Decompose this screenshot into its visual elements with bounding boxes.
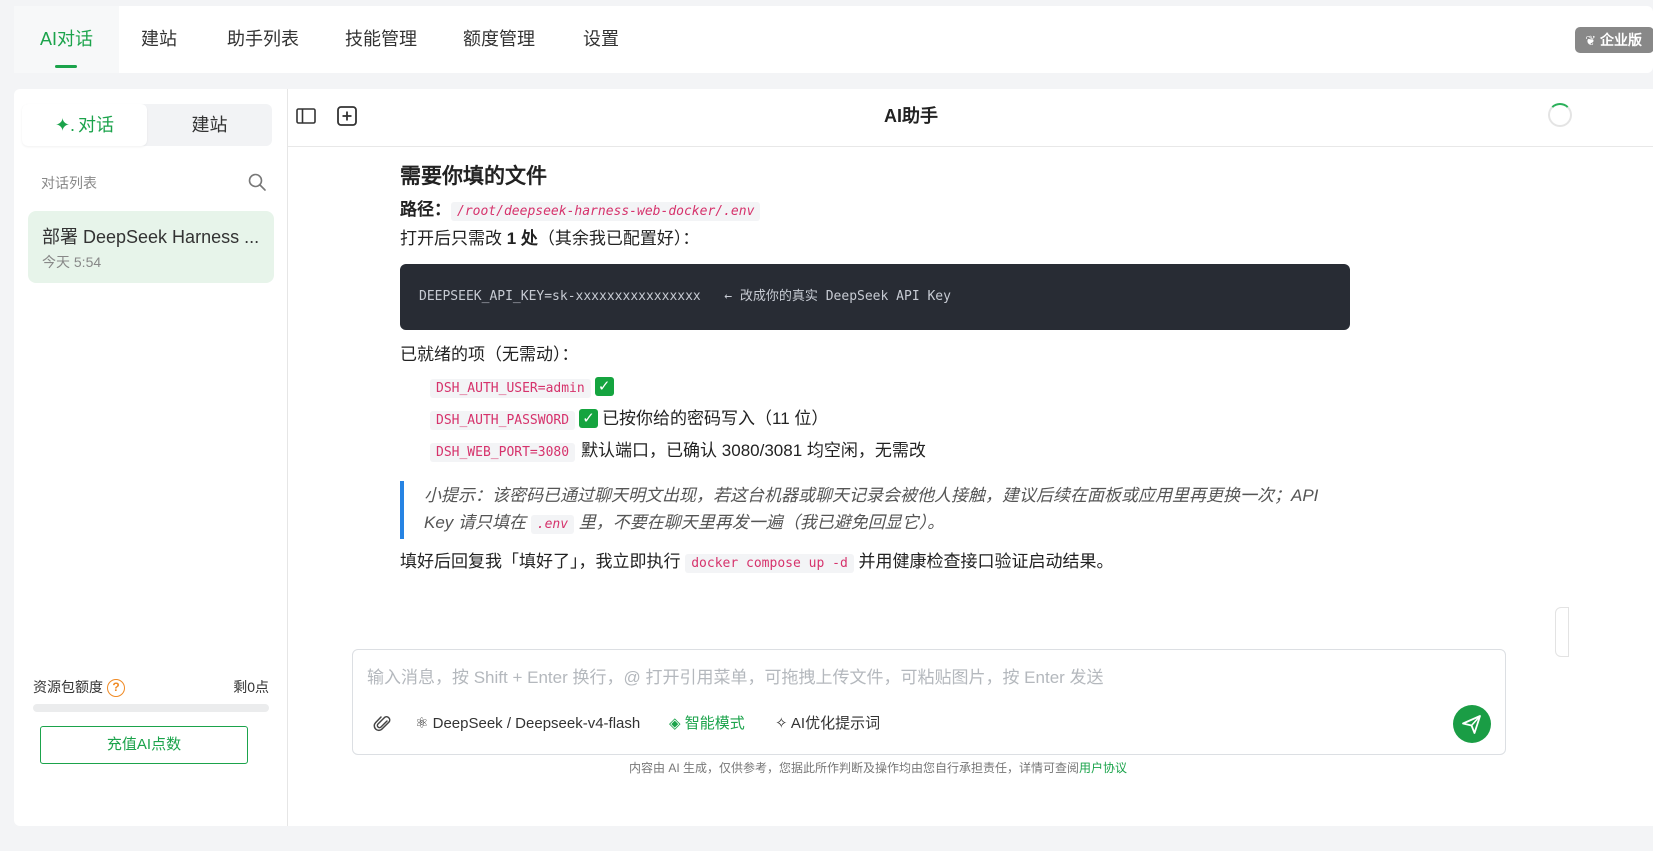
send-icon — [1462, 715, 1481, 734]
final-suffix: 并用健康检查接口验证启动结果。 — [853, 552, 1114, 571]
smart-mode-label: 智能模式 — [684, 715, 745, 732]
tab-assistant-list[interactable]: 助手列表 — [201, 6, 325, 73]
edit-prefix: 打开后只需改 — [400, 229, 507, 248]
tip-code: .env — [530, 515, 575, 534]
item-code: DSH_AUTH_PASSWORD — [430, 411, 576, 430]
segment-chat[interactable]: ✦. 对话 — [22, 104, 147, 146]
user-agreement-link[interactable]: 用户协议 — [1079, 761, 1127, 775]
quota-row: 资源包额度? 剩0点 — [33, 677, 269, 699]
enterprise-button[interactable]: ❦ 企业版 — [1575, 27, 1653, 53]
sidebar: ✦. 对话 建站 对话列表 部署 DeepSeek Harness ... 今天 … — [14, 89, 288, 826]
tab-settings[interactable]: 设置 — [557, 6, 645, 73]
mode-segment: ✦. 对话 建站 — [22, 104, 272, 146]
path-code: /root/deepseek-harness-web-docker/.env — [451, 201, 761, 221]
checkmark-icon: ✓ — [579, 409, 599, 429]
tab-skill-management[interactable]: 技能管理 — [319, 6, 443, 73]
list-item: DSH_AUTH_USER=admin ✓ — [430, 371, 1350, 403]
help-icon[interactable]: ? — [107, 679, 125, 698]
item-code: DSH_WEB_PORT=3080 — [430, 443, 576, 462]
final-code: docker compose up -d — [685, 554, 854, 573]
edit-instruction: 打开后只需改 1 处（其余我已配置好）： — [400, 226, 1350, 252]
sparkle-icon: ✧ — [775, 715, 791, 732]
model-label: DeepSeek / Deepseek-v4-flash — [432, 715, 641, 732]
message-input[interactable]: 输入消息，按 Shift + Enter 换行，@ 打开引用菜单，可拖拽上传文件… — [367, 663, 1104, 688]
checkmark-icon: ✓ — [594, 377, 614, 397]
conversation-item[interactable]: 部署 DeepSeek Harness ... 今天 5:54 — [28, 211, 274, 283]
top-nav: AI对话 建站 助手列表 技能管理 额度管理 设置 ❦ 企业版 — [14, 6, 1653, 73]
conversation-title: 部署 DeepSeek Harness ... — [42, 227, 260, 247]
sparkle-icon: ✦. — [54, 115, 76, 135]
loading-spinner-icon — [1548, 103, 1572, 127]
ready-label: 已就绪的项（无需动）： — [400, 344, 579, 364]
chat-header: AI助手 — [288, 89, 1653, 147]
smart-mode-toggle[interactable]: ◈ 智能模式 — [669, 712, 745, 736]
optimize-label: AI优化提示词 — [790, 715, 881, 732]
search-icon[interactable] — [247, 172, 267, 192]
model-selector[interactable]: ⚛ DeepSeek / Deepseek-v4-flash — [415, 712, 640, 736]
segment-site[interactable]: 建站 — [147, 104, 272, 146]
page-title: AI助手 — [884, 106, 938, 126]
ready-list: DSH_AUTH_USER=admin ✓ DSH_AUTH_PASSWORD ✓ 已… — [430, 371, 1350, 467]
optimize-prompt-button[interactable]: ✧ AI优化提示词 — [775, 712, 880, 736]
item-code: DSH_AUTH_USER=admin — [430, 379, 591, 398]
tab-site-build[interactable]: 建站 — [115, 6, 203, 73]
path-label: 路径： — [400, 199, 451, 219]
list-item: DSH_AUTH_PASSWORD ✓ 已按你给的密码写入（11 位） — [430, 403, 1350, 435]
floating-side-tab[interactable] — [1555, 607, 1569, 657]
quota-progress-bar — [33, 704, 269, 712]
leaf-icon: ❦ — [1585, 33, 1596, 48]
quota-label: 资源包额度 — [33, 679, 103, 695]
final-prefix: 填好后回复我「填好了」，我立即执行 — [400, 552, 686, 571]
edit-count: 1 处 — [506, 229, 538, 248]
item-note: 已按你给的密码写入（11 位） — [602, 409, 829, 428]
tip-text-end: 里，不要在聊天里再发一遍（我已避免回显它）。 — [574, 513, 945, 532]
list-item: DSH_WEB_PORT=3080 默认端口，已确认 3080/3081 均空闲，… — [430, 435, 1350, 467]
final-instruction: 填好后回复我「填好了」，我立即执行 docker compose up -d 并… — [400, 549, 1350, 575]
attach-icon[interactable] — [373, 714, 393, 734]
model-icon: ⚛ — [415, 715, 433, 732]
code-block: DEEPSEEK_API_KEY=sk-xxxxxxxxxxxxxxxx ← 改… — [400, 263, 1350, 330]
recharge-button[interactable]: 充值AI点数 — [40, 726, 248, 764]
conversation-list-label: 对话列表 — [41, 175, 97, 191]
tab-quota-management[interactable]: 额度管理 — [437, 6, 561, 73]
disclaimer: 内容由 AI 生成，仅供参考，您据此所作判断及操作均由您自行承担责任，详情可查阅… — [288, 759, 1468, 776]
enterprise-label: 企业版 — [1600, 32, 1642, 48]
path-line: 路径：/root/deepseek-harness-web-docker/.en… — [400, 197, 1350, 223]
item-note: 默认端口，已确认 3080/3081 均空闲，无需改 — [581, 441, 926, 460]
assistant-message: 需要你填的文件 路径：/root/deepseek-harness-web-do… — [400, 161, 1350, 579]
layers-icon: ◈ — [669, 715, 685, 732]
tab-ai-chat[interactable]: AI对话 — [14, 6, 120, 73]
edit-suffix: （其余我已配置好）： — [537, 229, 700, 248]
quota-remaining: 剩0点 — [233, 679, 269, 695]
tip-blockquote: 小提示：该密码已通过聊天明文出现，若这台机器或聊天记录会被他人接触，建议后续在面… — [400, 481, 1350, 539]
message-composer[interactable]: 输入消息，按 Shift + Enter 换行，@ 打开引用菜单，可拖拽上传文件… — [352, 649, 1506, 755]
message-heading: 需要你填的文件 — [400, 165, 547, 188]
disclaimer-text: 内容由 AI 生成，仅供参考，您据此所作判断及操作均由您自行承担责任，详情可查阅 — [628, 761, 1079, 775]
conversation-time: 今天 5:54 — [42, 254, 102, 270]
segment-chat-label: 对话 — [78, 115, 115, 135]
send-button[interactable] — [1453, 705, 1491, 743]
chat-panel: AI助手 需要你填的文件 路径：/root/deepseek-harness-w… — [288, 89, 1653, 826]
